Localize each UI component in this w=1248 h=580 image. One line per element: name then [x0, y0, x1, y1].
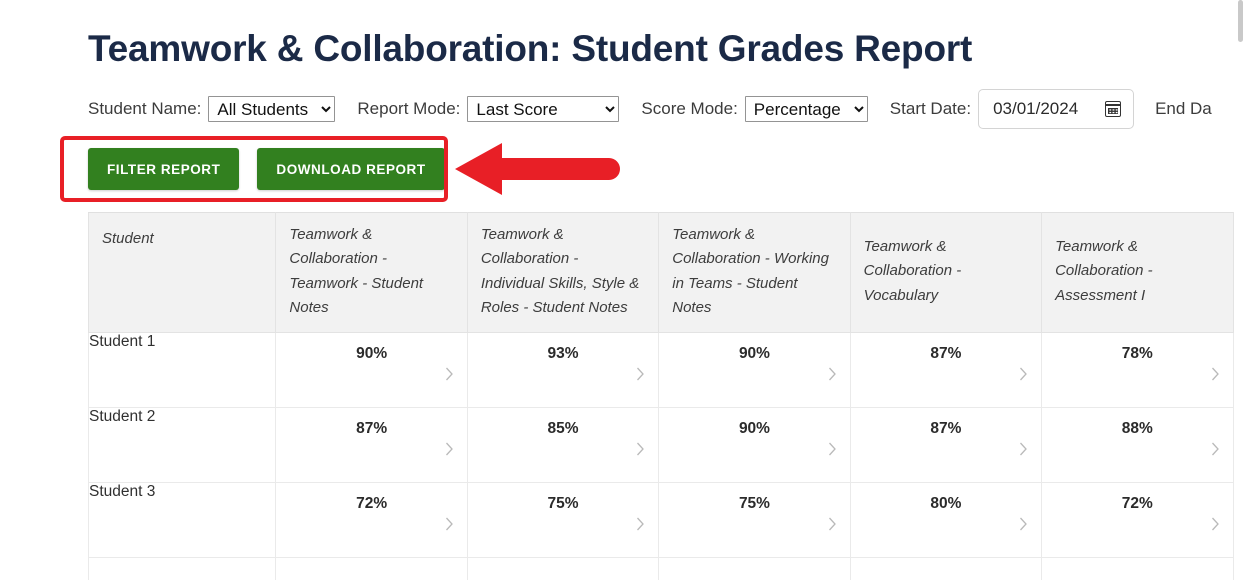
score-cell[interactable] — [275, 557, 468, 580]
column-header-assessment-i[interactable]: Teamwork & Collaboration - Assessment I — [1041, 212, 1234, 334]
score-cell[interactable]: 78% — [1041, 332, 1234, 409]
column-header-working-in-teams-notes[interactable]: Teamwork & Collaboration - Working in Te… — [658, 212, 851, 334]
score-mode-select[interactable]: Percentage — [744, 96, 868, 122]
score-cell[interactable] — [466, 557, 660, 580]
table-header: Student Teamwork & Collaboration - Teamw… — [88, 212, 1234, 334]
column-header-vocabulary[interactable]: Teamwork & Collaboration - Vocabulary — [849, 212, 1043, 334]
page-title: Teamwork & Collaboration: Student Grades… — [88, 28, 973, 69]
student-name-label: Student Name: — [88, 99, 202, 118]
score-cell[interactable]: 90% — [658, 407, 851, 484]
start-date-label: Start Date: — [889, 99, 972, 118]
score-value: 72% — [1121, 495, 1153, 513]
score-cell[interactable]: 85% — [466, 407, 660, 484]
report-mode-select[interactable]: Last Score — [467, 96, 620, 122]
score-cell[interactable]: 75% — [466, 482, 660, 559]
column-header-teamwork-notes[interactable]: Teamwork & Collaboration - Teamwork - St… — [275, 212, 468, 334]
chevron-right-icon[interactable] — [445, 367, 454, 381]
chevron-right-icon[interactable] — [1019, 517, 1028, 531]
chevron-right-icon[interactable] — [1019, 442, 1028, 456]
score-value: 72% — [356, 495, 388, 513]
score-value: 90% — [356, 345, 388, 363]
score-cell[interactable]: 80% — [849, 482, 1043, 559]
student-name-cell: Student 3 — [88, 482, 277, 559]
score-cell[interactable] — [849, 557, 1043, 580]
report-mode-label: Report Mode: — [357, 99, 461, 118]
download-report-button[interactable]: DOWNLOAD REPORT — [257, 148, 445, 190]
score-value: 75% — [547, 495, 579, 513]
score-value: 87% — [356, 420, 388, 438]
column-header-individual-skills-notes[interactable]: Teamwork & Collaboration - Individual Sk… — [466, 212, 660, 334]
score-value: 87% — [930, 420, 962, 438]
score-cell[interactable]: 90% — [275, 332, 468, 409]
score-cell[interactable]: 87% — [275, 407, 468, 484]
score-cell[interactable]: 72% — [275, 482, 468, 559]
score-mode-label: Score Mode: — [641, 99, 738, 118]
score-value: 78% — [1121, 345, 1153, 363]
score-value: 90% — [738, 345, 770, 363]
chevron-right-icon[interactable] — [636, 517, 645, 531]
score-value: 88% — [1121, 420, 1153, 438]
score-cell[interactable]: 87% — [849, 407, 1043, 484]
grades-table: Student Teamwork & Collaboration - Teamw… — [88, 212, 1234, 580]
score-cell[interactable] — [658, 557, 851, 580]
action-buttons: FILTER REPORT DOWNLOAD REPORT — [88, 148, 445, 190]
score-value: 93% — [547, 345, 579, 363]
table-row[interactable] — [88, 557, 1234, 580]
score-cell[interactable] — [1041, 557, 1234, 580]
chevron-right-icon[interactable] — [445, 442, 454, 456]
filter-report-button[interactable]: FILTER REPORT — [88, 148, 240, 190]
chevron-right-icon[interactable] — [1019, 367, 1028, 381]
start-date-value[interactable]: 03/01/2024 — [993, 99, 1078, 119]
filter-bar: Student Name: All Students Report Mode: … — [88, 89, 1212, 129]
chevron-right-icon[interactable] — [828, 517, 837, 531]
grades-table-container[interactable]: Student Teamwork & Collaboration - Teamw… — [88, 212, 1234, 580]
score-cell[interactable]: 90% — [658, 332, 851, 409]
score-value: 87% — [930, 345, 962, 363]
chevron-right-icon[interactable] — [1211, 442, 1220, 456]
student-name-cell — [88, 557, 277, 580]
score-value: 85% — [547, 420, 579, 438]
chevron-right-icon[interactable] — [636, 442, 645, 456]
chevron-right-icon[interactable] — [1211, 517, 1220, 531]
student-name-cell: Student 1 — [88, 332, 277, 409]
end-date-label: End Da — [1155, 99, 1212, 118]
score-value: 90% — [738, 420, 770, 438]
chevron-right-icon[interactable] — [636, 367, 645, 381]
score-value: 80% — [930, 495, 962, 513]
chevron-right-icon[interactable] — [445, 517, 454, 531]
calendar-icon[interactable] — [1105, 101, 1122, 117]
table-row[interactable]: Student 2 87% 85% 90% 87% 88% — [88, 407, 1234, 484]
table-body: Student 1 90% 93% 90% 87% 78% Student 2 … — [88, 332, 1234, 580]
score-cell[interactable]: 87% — [849, 332, 1043, 409]
score-value: 75% — [738, 495, 770, 513]
score-cell[interactable]: 75% — [658, 482, 851, 559]
score-cell[interactable]: 93% — [466, 332, 660, 409]
student-name-cell: Student 2 — [88, 407, 277, 484]
start-date-field[interactable]: 03/01/2024 — [978, 89, 1135, 129]
table-row[interactable]: Student 3 72% 75% 75% 80% 72% — [88, 482, 1234, 559]
annotation-arrow-icon — [455, 143, 620, 195]
score-cell[interactable]: 88% — [1041, 407, 1234, 484]
chevron-right-icon[interactable] — [828, 367, 837, 381]
page-scrollbar[interactable] — [1234, 0, 1248, 580]
table-row[interactable]: Student 1 90% 93% 90% 87% 78% — [88, 332, 1234, 409]
table-header-row: Student Teamwork & Collaboration - Teamw… — [88, 212, 1234, 334]
column-header-student[interactable]: Student — [88, 212, 277, 334]
score-cell[interactable]: 72% — [1041, 482, 1234, 559]
page-scrollbar-thumb[interactable] — [1238, 0, 1243, 42]
chevron-right-icon[interactable] — [1211, 367, 1220, 381]
chevron-right-icon[interactable] — [828, 442, 837, 456]
student-name-select[interactable]: All Students — [208, 96, 336, 122]
